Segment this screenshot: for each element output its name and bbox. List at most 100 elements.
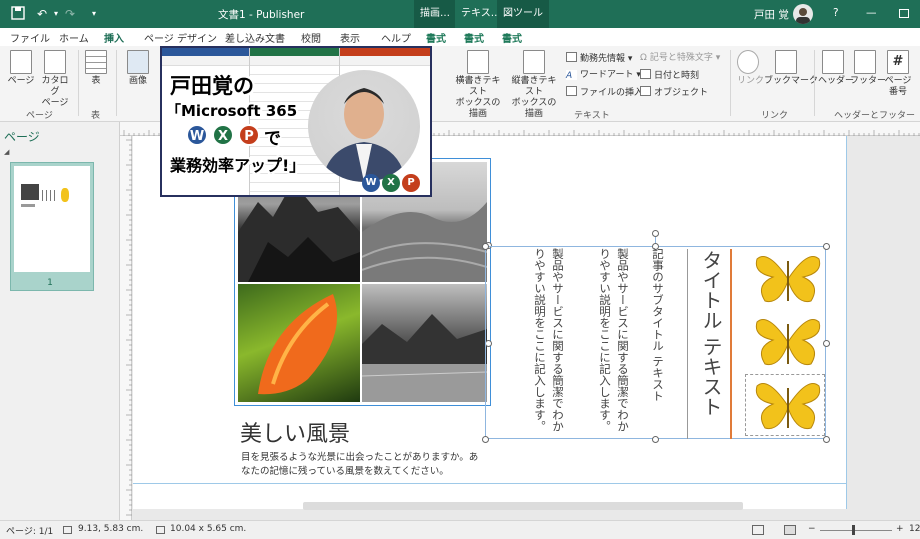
save-icon[interactable] bbox=[10, 6, 26, 22]
word-badge-icon: W bbox=[186, 124, 208, 146]
business-info-icon bbox=[566, 52, 577, 62]
collapse-icon[interactable]: ◢ bbox=[4, 148, 9, 156]
symbols-button[interactable]: Ω 記号と特殊文字 ▾ bbox=[640, 52, 720, 64]
tab-review[interactable]: 校閲 bbox=[301, 30, 321, 45]
ribbon: ページ カタログ ページ ページ 表 表 画像 横書きテキスト ボックスの描画 … bbox=[0, 46, 920, 122]
group-label-header-footer: ヘッダーとフッター bbox=[834, 111, 916, 121]
two-page-view-icon[interactable] bbox=[784, 525, 796, 535]
vertical-title[interactable]: タイトル テキスト bbox=[697, 250, 725, 440]
tab-help[interactable]: ヘルプ bbox=[381, 30, 411, 45]
header-icon bbox=[822, 50, 844, 74]
date-time-button[interactable]: 日付と時刻 bbox=[640, 69, 699, 82]
thumbnail-photo bbox=[21, 184, 39, 200]
thumbnail-page-number: 1 bbox=[47, 278, 53, 288]
article-body[interactable]: 目を見張るような光景に出会ったことがありますか。あなたの記憶に残っている風景を数… bbox=[241, 451, 487, 479]
link-icon bbox=[737, 50, 759, 74]
user-name[interactable]: 戸田 覚 bbox=[754, 7, 789, 22]
excel-badge-icon-small: X bbox=[382, 174, 400, 192]
horizontal-scrollbar[interactable] bbox=[303, 502, 743, 510]
butterfly-image[interactable] bbox=[753, 251, 823, 307]
footer-button[interactable]: フッター bbox=[850, 50, 886, 87]
catalog-page-button[interactable]: カタログ ページ bbox=[38, 50, 72, 109]
picture-button[interactable]: 画像 bbox=[124, 50, 152, 87]
object-button[interactable]: オブジェクト bbox=[640, 86, 708, 99]
margin-guide bbox=[846, 136, 847, 509]
resize-handle[interactable] bbox=[823, 340, 830, 347]
butterfly-image[interactable] bbox=[753, 378, 823, 434]
page-number-icon: # bbox=[887, 50, 909, 74]
header-button[interactable]: ヘッダー bbox=[818, 50, 854, 87]
page-indicator[interactable]: ページ: 1/1 bbox=[6, 524, 53, 537]
tab-mailings[interactable]: 差し込み文書 bbox=[225, 30, 285, 45]
article-heading[interactable]: 美しい風景 bbox=[240, 416, 350, 448]
page-thumbnail[interactable]: 1 bbox=[10, 162, 94, 291]
promo-line-2: 「Microsoft 365 bbox=[166, 102, 298, 120]
promo-banner: 戸田覚の 「Microsoft 365 W X P で 業務効率アップ!」 W … bbox=[160, 46, 432, 197]
page-navigation-pane: ページ ◢ 1 bbox=[0, 122, 120, 520]
status-bar: ページ: 1/1 9.13, 5.83 cm. 10.04 x 5.65 cm.… bbox=[0, 520, 920, 539]
zoom-in-icon[interactable]: + bbox=[896, 524, 904, 534]
zoom-out-icon[interactable]: − bbox=[808, 524, 816, 534]
table-button[interactable]: 表 bbox=[84, 50, 108, 87]
zoom-level[interactable]: 12 bbox=[909, 524, 920, 534]
group-label-pages: ページ bbox=[26, 111, 53, 121]
photo-flower[interactable] bbox=[238, 284, 360, 402]
tab-view[interactable]: 表示 bbox=[340, 30, 360, 45]
insert-file-button[interactable]: ファイルの挿入 bbox=[566, 86, 643, 99]
resize-handle[interactable] bbox=[482, 436, 489, 443]
vertical-textbox-icon bbox=[523, 50, 545, 74]
vertical-body-column-1[interactable]: 製品やサービスに関する簡潔でわかりやすい説明をここに記入します。 bbox=[596, 248, 632, 438]
object-position: 9.13, 5.83 cm. bbox=[78, 524, 144, 534]
context-tab-picture[interactable]: 図ツール bbox=[497, 0, 549, 28]
bookmark-button[interactable]: ブックマーク bbox=[764, 50, 818, 87]
page-button[interactable]: ページ bbox=[6, 50, 36, 87]
draw-vertical-textbox-button[interactable]: 縦書きテキスト ボックスの描画 bbox=[508, 50, 560, 120]
page-icon bbox=[10, 50, 32, 74]
butterfly-image[interactable] bbox=[753, 314, 823, 370]
excel-badge-icon: X bbox=[212, 124, 234, 146]
zoom-slider-thumb[interactable] bbox=[852, 525, 855, 535]
tab-file[interactable]: ファイル bbox=[10, 30, 50, 45]
powerpoint-badge-icon: P bbox=[238, 124, 260, 146]
vertical-ruler[interactable] bbox=[120, 136, 132, 520]
customize-qat-icon[interactable]: ▾ bbox=[86, 6, 102, 22]
page-pane-title: ページ bbox=[4, 130, 40, 144]
size-icon bbox=[156, 526, 165, 534]
resize-handle[interactable] bbox=[823, 436, 830, 443]
single-page-view-icon[interactable] bbox=[752, 525, 764, 535]
promo-line-4: 業務効率アップ!」 bbox=[170, 156, 306, 175]
object-size: 10.04 x 5.65 cm. bbox=[170, 524, 247, 534]
tab-page-design[interactable]: ページ デザイン bbox=[144, 30, 217, 45]
group-label-text: テキスト bbox=[574, 111, 610, 121]
redo-icon[interactable]: ↷ bbox=[62, 6, 78, 22]
context-tab-drawing[interactable]: 描画… bbox=[414, 0, 456, 28]
margin-guide bbox=[133, 483, 846, 484]
link-button[interactable]: リンク bbox=[737, 50, 764, 87]
resize-handle[interactable] bbox=[482, 243, 489, 250]
title-bar: ↶ ▾ ↷ ▾ 文書1 - Publisher 描画… テキス… 図ツール 戸田… bbox=[0, 0, 920, 28]
rotate-handle[interactable] bbox=[652, 230, 659, 237]
horizontal-textbox-icon bbox=[467, 50, 489, 74]
tab-format-3[interactable]: 書式 bbox=[502, 30, 522, 45]
insert-file-icon bbox=[566, 86, 577, 96]
draw-horizontal-textbox-button[interactable]: 横書きテキスト ボックスの描画 bbox=[452, 50, 504, 120]
wordart-button[interactable]: A ワードアート ▾ bbox=[566, 69, 641, 81]
vertical-body-column-2[interactable]: 製品やサービスに関する簡潔でわかりやすい説明をここに記入します。 bbox=[531, 248, 567, 438]
page-number-button[interactable]: # ページ 番号 bbox=[882, 50, 914, 98]
resize-handle[interactable] bbox=[823, 243, 830, 250]
help-icon[interactable]: ? bbox=[833, 7, 839, 19]
group-label-table: 表 bbox=[91, 111, 101, 121]
powerpoint-badge-icon-small: P bbox=[402, 174, 420, 192]
tab-home[interactable]: ホーム bbox=[59, 30, 89, 45]
document-title: 文書1 - Publisher bbox=[218, 9, 305, 21]
tab-format-1[interactable]: 書式 bbox=[426, 30, 446, 45]
photo-lake[interactable] bbox=[361, 284, 488, 402]
business-info-button[interactable]: 勤務先情報 ▾ bbox=[566, 52, 632, 65]
tab-format-2[interactable]: 書式 bbox=[464, 30, 484, 45]
avatar[interactable] bbox=[793, 4, 813, 24]
vertical-subtitle[interactable]: 記事のサブタイトル テキスト bbox=[649, 248, 667, 438]
zoom-slider[interactable] bbox=[820, 530, 892, 531]
minimize-icon[interactable]: — bbox=[866, 7, 877, 19]
restore-icon[interactable] bbox=[899, 9, 909, 18]
position-icon bbox=[63, 526, 72, 534]
